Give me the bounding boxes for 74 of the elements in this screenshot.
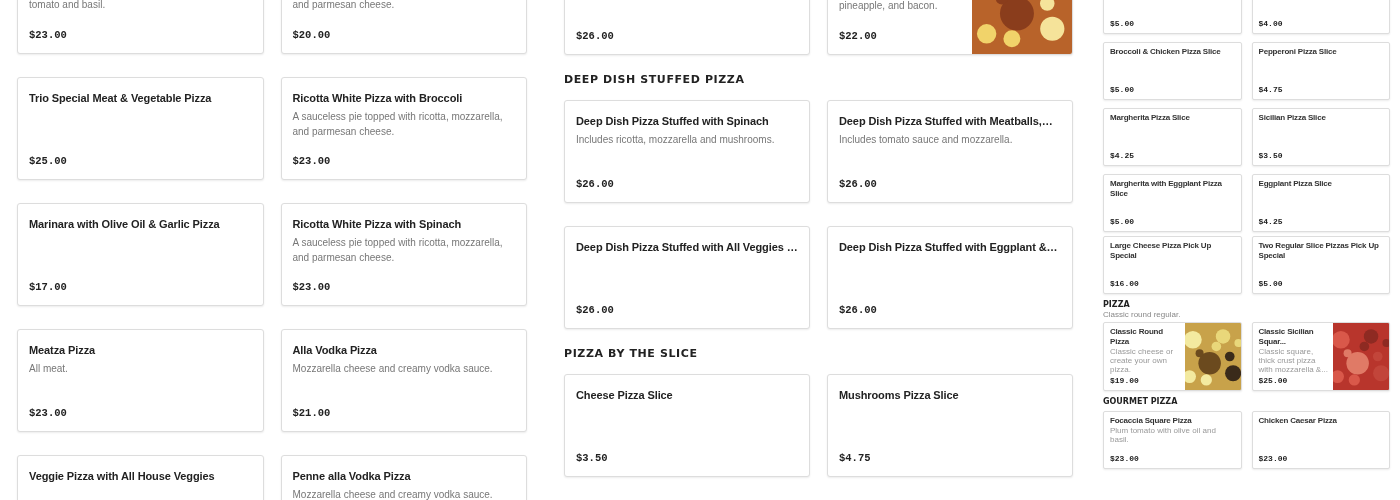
item-title: Sicilian Pizza Slice — [1258, 113, 1327, 123]
item-title: Two Regular Slice Pizzas Pick Up Special — [1258, 241, 1380, 261]
section-heading: GOURMET PIZZA — [1103, 397, 1179, 407]
item-price: $26.00 — [839, 303, 878, 317]
item-title: Margherita with Eggplant Pizza Slice — [1110, 179, 1223, 199]
item-description: Classic cheese or create your own pizza. — [1110, 347, 1175, 374]
item-description: Mozzarella cheese and creamy vodka sauce. — [292, 488, 494, 500]
item-price: $3.50 — [576, 451, 609, 465]
item-title: Deep Dish Pizza Stuffed with All Veggies … — [576, 240, 798, 255]
section-heading: DEEP DISH STUFFED PIZZA — [564, 72, 746, 88]
item-price: $4.75 — [839, 451, 872, 465]
item-description: and parmesan cheese. — [292, 0, 396, 12]
item-title: Margherita Pizza Slice — [1110, 113, 1191, 123]
item-price: $26.00 — [576, 29, 615, 43]
item-price: $22.00 — [839, 29, 878, 43]
item-title: Focaccia Square Pizza — [1110, 416, 1193, 426]
item-title: Deep Dish Pizza Stuffed with Spinach — [576, 114, 770, 129]
item-title: Classic Sicilian Squar... — [1258, 327, 1315, 347]
item-description: pineapple, and bacon. — [839, 0, 939, 13]
item-title: Trio Special Meat & Vegetable Pizza — [29, 91, 213, 106]
item-price: $23.00 — [29, 406, 68, 420]
section-subtitle: Classic round regular. — [1103, 310, 1182, 319]
item-price: $26.00 — [576, 303, 615, 317]
item-title: Deep Dish Pizza Stuffed with Meatballs,… — [839, 114, 1054, 129]
item-price: $26.00 — [839, 177, 878, 191]
item-title: Penne alla Vodka Pizza — [292, 469, 412, 484]
item-price: $3.50 — [1258, 150, 1284, 161]
item-description: A sauceless pie topped with ricotta, mozzarella, and parmesan cheese. — [292, 110, 504, 139]
item-title: Ricotta White Pizza with Broccoli — [292, 91, 464, 106]
item-price: $20.00 — [292, 28, 332, 42]
item-price: $4.75 — [1258, 84, 1284, 95]
item-title: Mushrooms Pizza Slice — [839, 388, 960, 403]
item-title: Veggie Pizza with All House Veggies — [29, 469, 216, 484]
item-price: $4.25 — [1110, 150, 1135, 161]
item-title: Meatza Pizza — [29, 343, 97, 358]
item-price: $4.00 — [1258, 18, 1284, 29]
section-heading: PIZZA BY THE SLICE — [564, 346, 699, 362]
item-price: $23.00 — [1258, 453, 1289, 464]
item-title: Chicken Caesar Pizza — [1258, 416, 1338, 426]
item-description: All meat. — [29, 362, 69, 376]
item-title: Classic Round Pizza — [1110, 327, 1164, 347]
item-title: Broccoli & Chicken Pizza Slice — [1110, 47, 1222, 57]
item-title: Ricotta White Pizza with Spinach — [292, 217, 463, 232]
item-description: Plum tomato with olive oil and basil. — [1110, 426, 1217, 444]
item-description: Classic square, thick crust pizza with mozzarella &... — [1258, 347, 1329, 374]
item-title: Pepperoni Pizza Slice — [1258, 47, 1338, 57]
item-price: $5.00 — [1110, 216, 1135, 227]
item-price: $19.00 — [1110, 375, 1140, 386]
item-description: A sauceless pie topped with ricotta, mozzarella, and parmesan cheese. — [292, 236, 504, 265]
item-price: $23.00 — [29, 28, 68, 42]
item-price: $5.00 — [1110, 18, 1135, 29]
item-price: $16.00 — [1110, 278, 1140, 289]
section-heading: PIZZA — [1103, 300, 1131, 310]
item-title: Deep Dish Pizza Stuffed with Eggplant &… — [839, 240, 1059, 255]
item-description: Includes ricotta, mozzarella and mushrooms. — [576, 133, 776, 147]
item-title: Alla Vodka Pizza — [292, 343, 378, 358]
item-title: Eggplant Pizza Slice — [1258, 179, 1333, 189]
item-price: $5.00 — [1258, 278, 1284, 289]
item-price: $23.00 — [292, 280, 332, 294]
item-price: $4.25 — [1258, 216, 1284, 227]
item-description: Mozzarella cheese and creamy vodka sauce. — [292, 362, 494, 376]
item-price: $25.00 — [1258, 375, 1289, 386]
item-price: $5.00 — [1110, 84, 1135, 95]
item-title: Large Cheese Pizza Pick Up Special — [1110, 241, 1213, 261]
item-description: tomato and basil. — [29, 0, 107, 12]
item-title: Cheese Pizza Slice — [576, 388, 674, 403]
item-price: $25.00 — [29, 154, 68, 168]
item-price: $26.00 — [576, 177, 615, 191]
item-price: $23.00 — [292, 154, 332, 168]
item-title: Marinara with Olive Oil & Garlic Pizza — [29, 217, 221, 232]
item-price: $17.00 — [29, 280, 68, 294]
item-price: $21.00 — [292, 406, 332, 420]
item-price: $23.00 — [1110, 453, 1140, 464]
item-description: Includes tomato sauce and mozzarella. — [839, 133, 1014, 147]
